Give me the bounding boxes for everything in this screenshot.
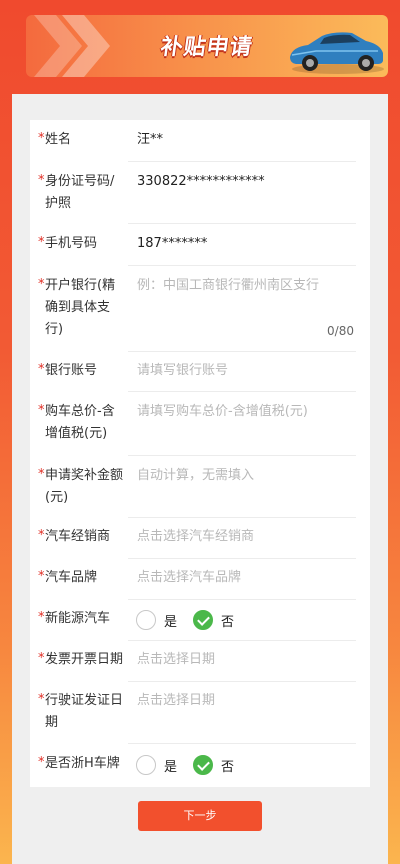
new-energy-yes-radio[interactable]: [136, 610, 156, 630]
required-mark: *: [38, 651, 45, 666]
required-mark: *: [38, 235, 45, 250]
zhe-h-plate-no-label[interactable]: 否: [221, 756, 234, 775]
subsidy-label: 申请奖补金额 (元): [45, 468, 124, 505]
new-energy-no-radio[interactable]: [193, 610, 214, 630]
name-value[interactable]: 汪**: [137, 129, 163, 151]
name-label: 姓名: [45, 132, 72, 147]
bank-label: 开户银行(精 确到具体支 行): [45, 278, 116, 337]
price-input[interactable]: 请填写购车总价-含增值税(元): [137, 401, 308, 423]
dealer-label: 汽车经销商: [45, 529, 111, 544]
zhe-h-plate-yes-label[interactable]: 是: [164, 756, 177, 775]
new-energy-label: 新能源汽车: [45, 611, 111, 626]
field-license-date[interactable]: * 行驶证发证日期 点击选择日期: [30, 682, 370, 744]
field-id-number: * 身份证号码/护照 330822************: [30, 162, 370, 224]
required-mark: *: [38, 467, 45, 482]
required-mark: *: [38, 403, 45, 418]
dealer-picker[interactable]: 点击选择汽车经销商: [137, 526, 254, 548]
phone-label: 手机号码: [45, 236, 98, 251]
field-phone: * 手机号码 187*******: [30, 224, 370, 266]
next-step-button[interactable]: 下一步: [138, 801, 262, 831]
required-mark: *: [38, 131, 45, 146]
car-icon: [290, 32, 384, 74]
required-mark: *: [38, 755, 45, 770]
license-date-label: 行驶证发证日期: [45, 693, 124, 730]
bank-input[interactable]: 例：中国工商银行衢州南区支行: [137, 275, 319, 297]
required-mark: *: [38, 173, 45, 188]
field-new-energy: * 新能源汽车 是 否: [30, 600, 370, 641]
brand-picker[interactable]: 点击选择汽车品牌: [137, 567, 241, 589]
field-name: * 姓名 汪**: [30, 120, 370, 162]
field-price: * 购车总价-含 增值税(元) 请填写购车总价-含增值税(元): [30, 392, 370, 456]
bank-char-counter: 0/80: [327, 324, 354, 338]
required-mark: *: [38, 569, 45, 584]
zhe-h-plate-label: 是否浙H车牌: [45, 756, 120, 771]
new-energy-radio-group: 是 否: [136, 610, 250, 630]
required-mark: *: [38, 528, 45, 543]
account-input[interactable]: 请填写银行账号: [137, 360, 228, 382]
field-invoice-date[interactable]: * 发票开票日期 点击选择日期: [30, 641, 370, 682]
field-bank: * 开户银行(精 确到具体支 行) 例：中国工商银行衢州南区支行 0/80: [30, 266, 370, 352]
new-energy-yes-label[interactable]: 是: [164, 611, 177, 630]
field-brand[interactable]: * 汽车品牌 点击选择汽车品牌: [30, 559, 370, 600]
field-dealer[interactable]: * 汽车经销商 点击选择汽车经销商: [30, 518, 370, 559]
brand-label: 汽车品牌: [45, 570, 98, 585]
field-account: * 银行账号 请填写银行账号: [30, 352, 370, 392]
account-label: 银行账号: [45, 363, 98, 378]
zhe-h-plate-radio-group: 是 否: [136, 755, 250, 775]
id-number-label: 身份证号码/护照: [45, 174, 115, 211]
invoice-date-picker[interactable]: 点击选择日期: [137, 649, 215, 671]
subsidy-input: 自动计算，无需填入: [137, 468, 255, 483]
required-mark: *: [38, 362, 45, 377]
field-zhe-h-plate: * 是否浙H车牌 是 否: [30, 744, 370, 787]
banner: 补贴申请: [26, 15, 388, 77]
zhe-h-plate-yes-radio[interactable]: [136, 755, 156, 775]
required-mark: *: [38, 610, 45, 625]
new-energy-no-label[interactable]: 否: [221, 611, 234, 630]
zhe-h-plate-no-radio[interactable]: [193, 755, 214, 775]
license-date-picker[interactable]: 点击选择日期: [137, 690, 215, 712]
price-label: 购车总价-含 增值税(元): [45, 404, 115, 441]
invoice-date-label: 发票开票日期: [45, 652, 124, 667]
field-subsidy: * 申请奖补金额 (元) 自动计算，无需填入: [30, 456, 370, 518]
required-mark: *: [38, 692, 45, 707]
id-number-value[interactable]: 330822************: [137, 171, 265, 193]
required-mark: *: [38, 277, 45, 292]
phone-value[interactable]: 187*******: [137, 233, 207, 255]
subsidy-form: * 姓名 汪** * 身份证号码/护照 330822************ *…: [30, 120, 370, 787]
